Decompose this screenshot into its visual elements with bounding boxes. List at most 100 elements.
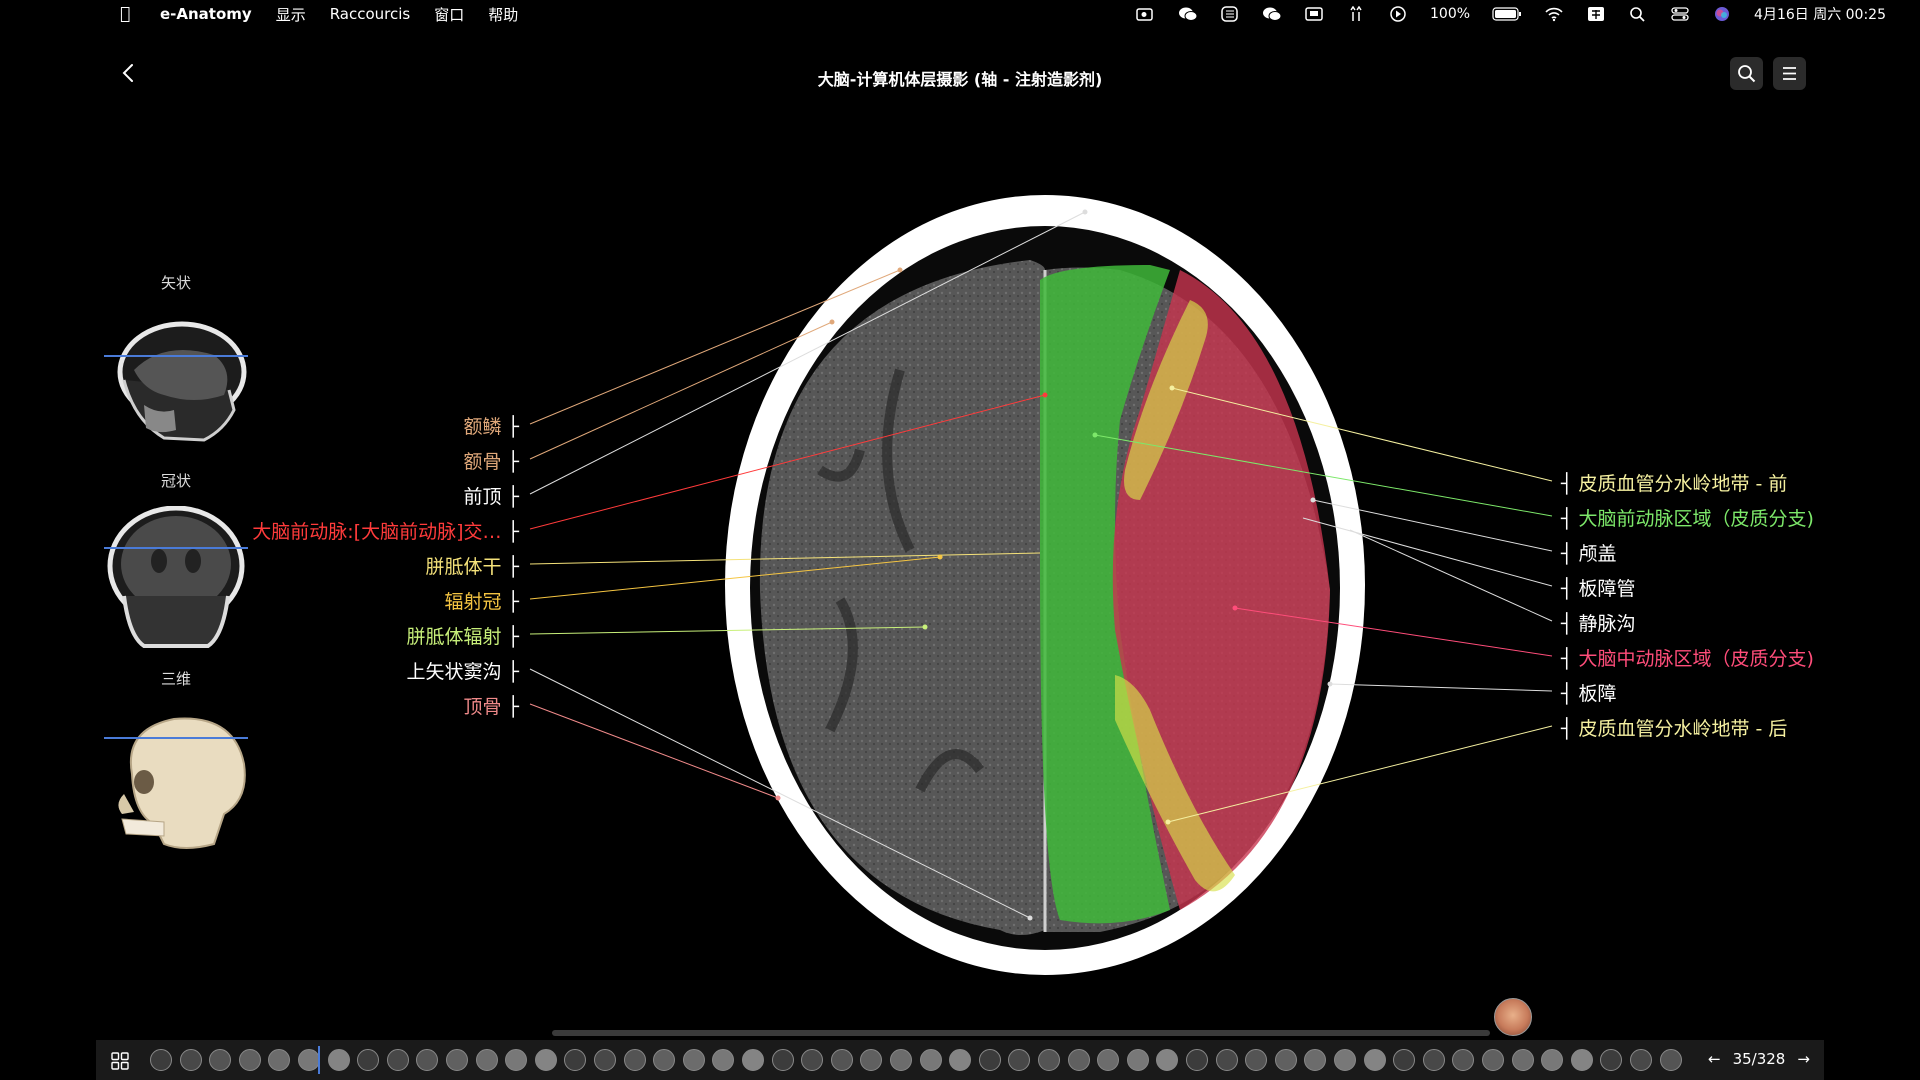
label-text: 板障管 [1578, 578, 1636, 600]
ct-axial-scan[interactable] [700, 170, 1390, 1000]
display-icon[interactable] [1304, 6, 1324, 22]
grid-icon[interactable] [110, 1051, 130, 1071]
slice-navigation: ← 35/328 → [1708, 1050, 1810, 1068]
label-callosal-radiation[interactable]: 胼胝体辐射 ├ [407, 622, 520, 649]
label-calvaria[interactable]: ┤ 颅盖 [1561, 539, 1617, 566]
label-diploe[interactable]: ┤ 板障 [1561, 679, 1617, 706]
label-parietal-bone[interactable]: 顶骨 ├ [464, 692, 520, 719]
label-text: 前顶 [463, 486, 502, 508]
label-diploic-canal[interactable]: ┤ 板障管 [1561, 574, 1636, 601]
clock[interactable]: 4月16日 周六 00:25 [1754, 4, 1886, 24]
label-text: 胼胝体辐射 [406, 626, 502, 648]
label-text: 辐射冠 [444, 591, 502, 613]
slice-thumbnail[interactable] [978, 1049, 1001, 1071]
arrow-left-icon[interactable]: ← [1708, 1050, 1721, 1068]
label-superior-sagittal-sulcus[interactable]: 上矢状窦沟 ├ [407, 657, 520, 684]
slice-thumbnail[interactable] [1570, 1049, 1593, 1071]
slice-thumbnail[interactable] [1186, 1049, 1208, 1071]
menu-window[interactable]: 窗口 [434, 4, 464, 25]
label-text: 胼胝体干 [425, 556, 502, 578]
label-mca-territory[interactable]: ┤ 大脑中动脉区域（皮质分支) [1561, 644, 1814, 671]
view-label-sagittal: 矢状 [160, 274, 191, 292]
label-bregma[interactable]: 前顶 ├ [464, 482, 520, 509]
arrow-right-icon[interactable]: → [1797, 1050, 1810, 1068]
search-button[interactable] [1730, 57, 1763, 90]
wechat-icon[interactable] [1178, 6, 1198, 22]
apple-logo-icon[interactable]:  [120, 4, 130, 24]
search-icon [1738, 65, 1756, 83]
slice-thumbnail[interactable] [534, 1049, 557, 1071]
slice-thumbnail[interactable] [179, 1049, 202, 1071]
label-text: 上矢状窦沟 [406, 661, 502, 683]
label-text: 板障 [1578, 683, 1617, 705]
label-anterior-cerebral-artery[interactable]: 大脑前动脉:[大脑前动脉]交… ├ [252, 517, 519, 544]
menu-display[interactable]: 显示 [276, 4, 306, 25]
slice-thumbnail[interactable] [1659, 1049, 1682, 1071]
slice-thumbnail[interactable] [1363, 1049, 1386, 1071]
slice-thumbnail[interactable] [890, 1049, 912, 1071]
slice-thumbnail[interactable] [919, 1049, 942, 1071]
label-text: 额鳞 [463, 416, 502, 438]
menubar:  e-Anatomy 显示 Raccourcis 窗口 帮助 100% 4月1… [0, 0, 1920, 28]
slice-thumbnail[interactable] [298, 1049, 320, 1071]
slice-thumbnail[interactable] [1511, 1049, 1534, 1071]
airdrop-icon[interactable] [1346, 6, 1366, 22]
sync-icon[interactable] [1220, 6, 1240, 22]
label-text: 额骨 [463, 451, 502, 473]
menu-help[interactable]: 帮助 [488, 4, 518, 25]
slice-thumbnail[interactable] [771, 1049, 794, 1071]
wechat-alt-icon[interactable] [1262, 6, 1282, 22]
slice-thumbnail[interactable] [742, 1049, 764, 1071]
slice-thumbnail[interactable] [1067, 1049, 1090, 1071]
current-slice-marker [318, 1046, 320, 1074]
label-frontal-bone[interactable]: 额骨 ├ [464, 447, 520, 474]
sagittal-thumbnail[interactable] [104, 310, 248, 454]
label-corpus-callosum-body[interactable]: 胼胝体干 ├ [426, 552, 520, 579]
slice-thumbnail[interactable] [1038, 1049, 1060, 1071]
battery-icon[interactable] [1492, 6, 1522, 22]
label-watershed-posterior[interactable]: ┤ 皮质血管分水岭地带 - 后 [1561, 714, 1787, 741]
label-corona-radiata[interactable]: 辐射冠 ├ [445, 587, 520, 614]
slice-thumbnail[interactable] [830, 1049, 853, 1071]
view-label-3d: 三维 [160, 670, 191, 688]
siri-icon[interactable] [1712, 6, 1732, 22]
page-title: 大脑-计算机体层摄影 (轴 - 注射造影剂) [817, 70, 1103, 89]
3d-skull-thumbnail[interactable] [104, 704, 248, 854]
slice-thumbnail[interactable] [1126, 1049, 1149, 1071]
menu-button[interactable] [1773, 57, 1806, 90]
battery-percent: 100% [1430, 6, 1471, 22]
screen-record-icon[interactable] [1136, 6, 1156, 22]
control-center-icon[interactable] [1670, 6, 1690, 22]
horizontal-scrollbar[interactable] [552, 1030, 1490, 1036]
slice-thumbnail[interactable] [1422, 1049, 1445, 1071]
label-venous-groove[interactable]: ┤ 静脉沟 [1561, 609, 1636, 636]
menu-shortcuts[interactable]: Raccourcis [330, 5, 411, 23]
wifi-icon[interactable] [1544, 6, 1564, 22]
spotlight-icon[interactable] [1628, 6, 1648, 22]
slice-thumbnail[interactable] [623, 1049, 646, 1071]
slice-thumbnail[interactable] [327, 1049, 350, 1071]
slice-thumbnail[interactable] [1215, 1049, 1238, 1071]
slice-thumbnail[interactable] [1630, 1049, 1652, 1071]
slice-thumbnail[interactable] [386, 1049, 409, 1071]
slice-thumbnail[interactable] [1482, 1049, 1504, 1071]
slice-thumbnail[interactable] [446, 1049, 468, 1071]
slice-thumbnail[interactable] [1334, 1049, 1356, 1071]
slice-thumbnail[interactable] [238, 1049, 261, 1071]
play-icon[interactable] [1388, 6, 1408, 22]
anatomy-avatar-icon[interactable] [1494, 998, 1532, 1036]
app-name[interactable]: e-Anatomy [160, 5, 252, 23]
label-text: 颅盖 [1578, 543, 1617, 565]
label-aca-territory[interactable]: ┤ 大脑前动脉区域（皮质分支) [1561, 504, 1814, 531]
label-frontal-squama[interactable]: 额鳞 ├ [464, 412, 520, 439]
slice-thumbnail[interactable] [150, 1049, 172, 1071]
label-text: 大脑前动脉:[大脑前动脉]交… [252, 521, 502, 543]
label-text: 皮质血管分水岭地带 - 前 [1578, 473, 1788, 495]
input-method-icon[interactable] [1586, 6, 1606, 22]
label-watershed-anterior[interactable]: ┤ 皮质血管分水岭地带 - 前 [1561, 469, 1787, 496]
slice-thumbnail[interactable] [1274, 1049, 1297, 1071]
coronal-thumbnail[interactable] [104, 506, 248, 650]
slice-thumbnail[interactable] [682, 1049, 705, 1071]
slice-thumbnail[interactable] [475, 1049, 498, 1071]
slice-thumbnail[interactable] [594, 1049, 616, 1071]
